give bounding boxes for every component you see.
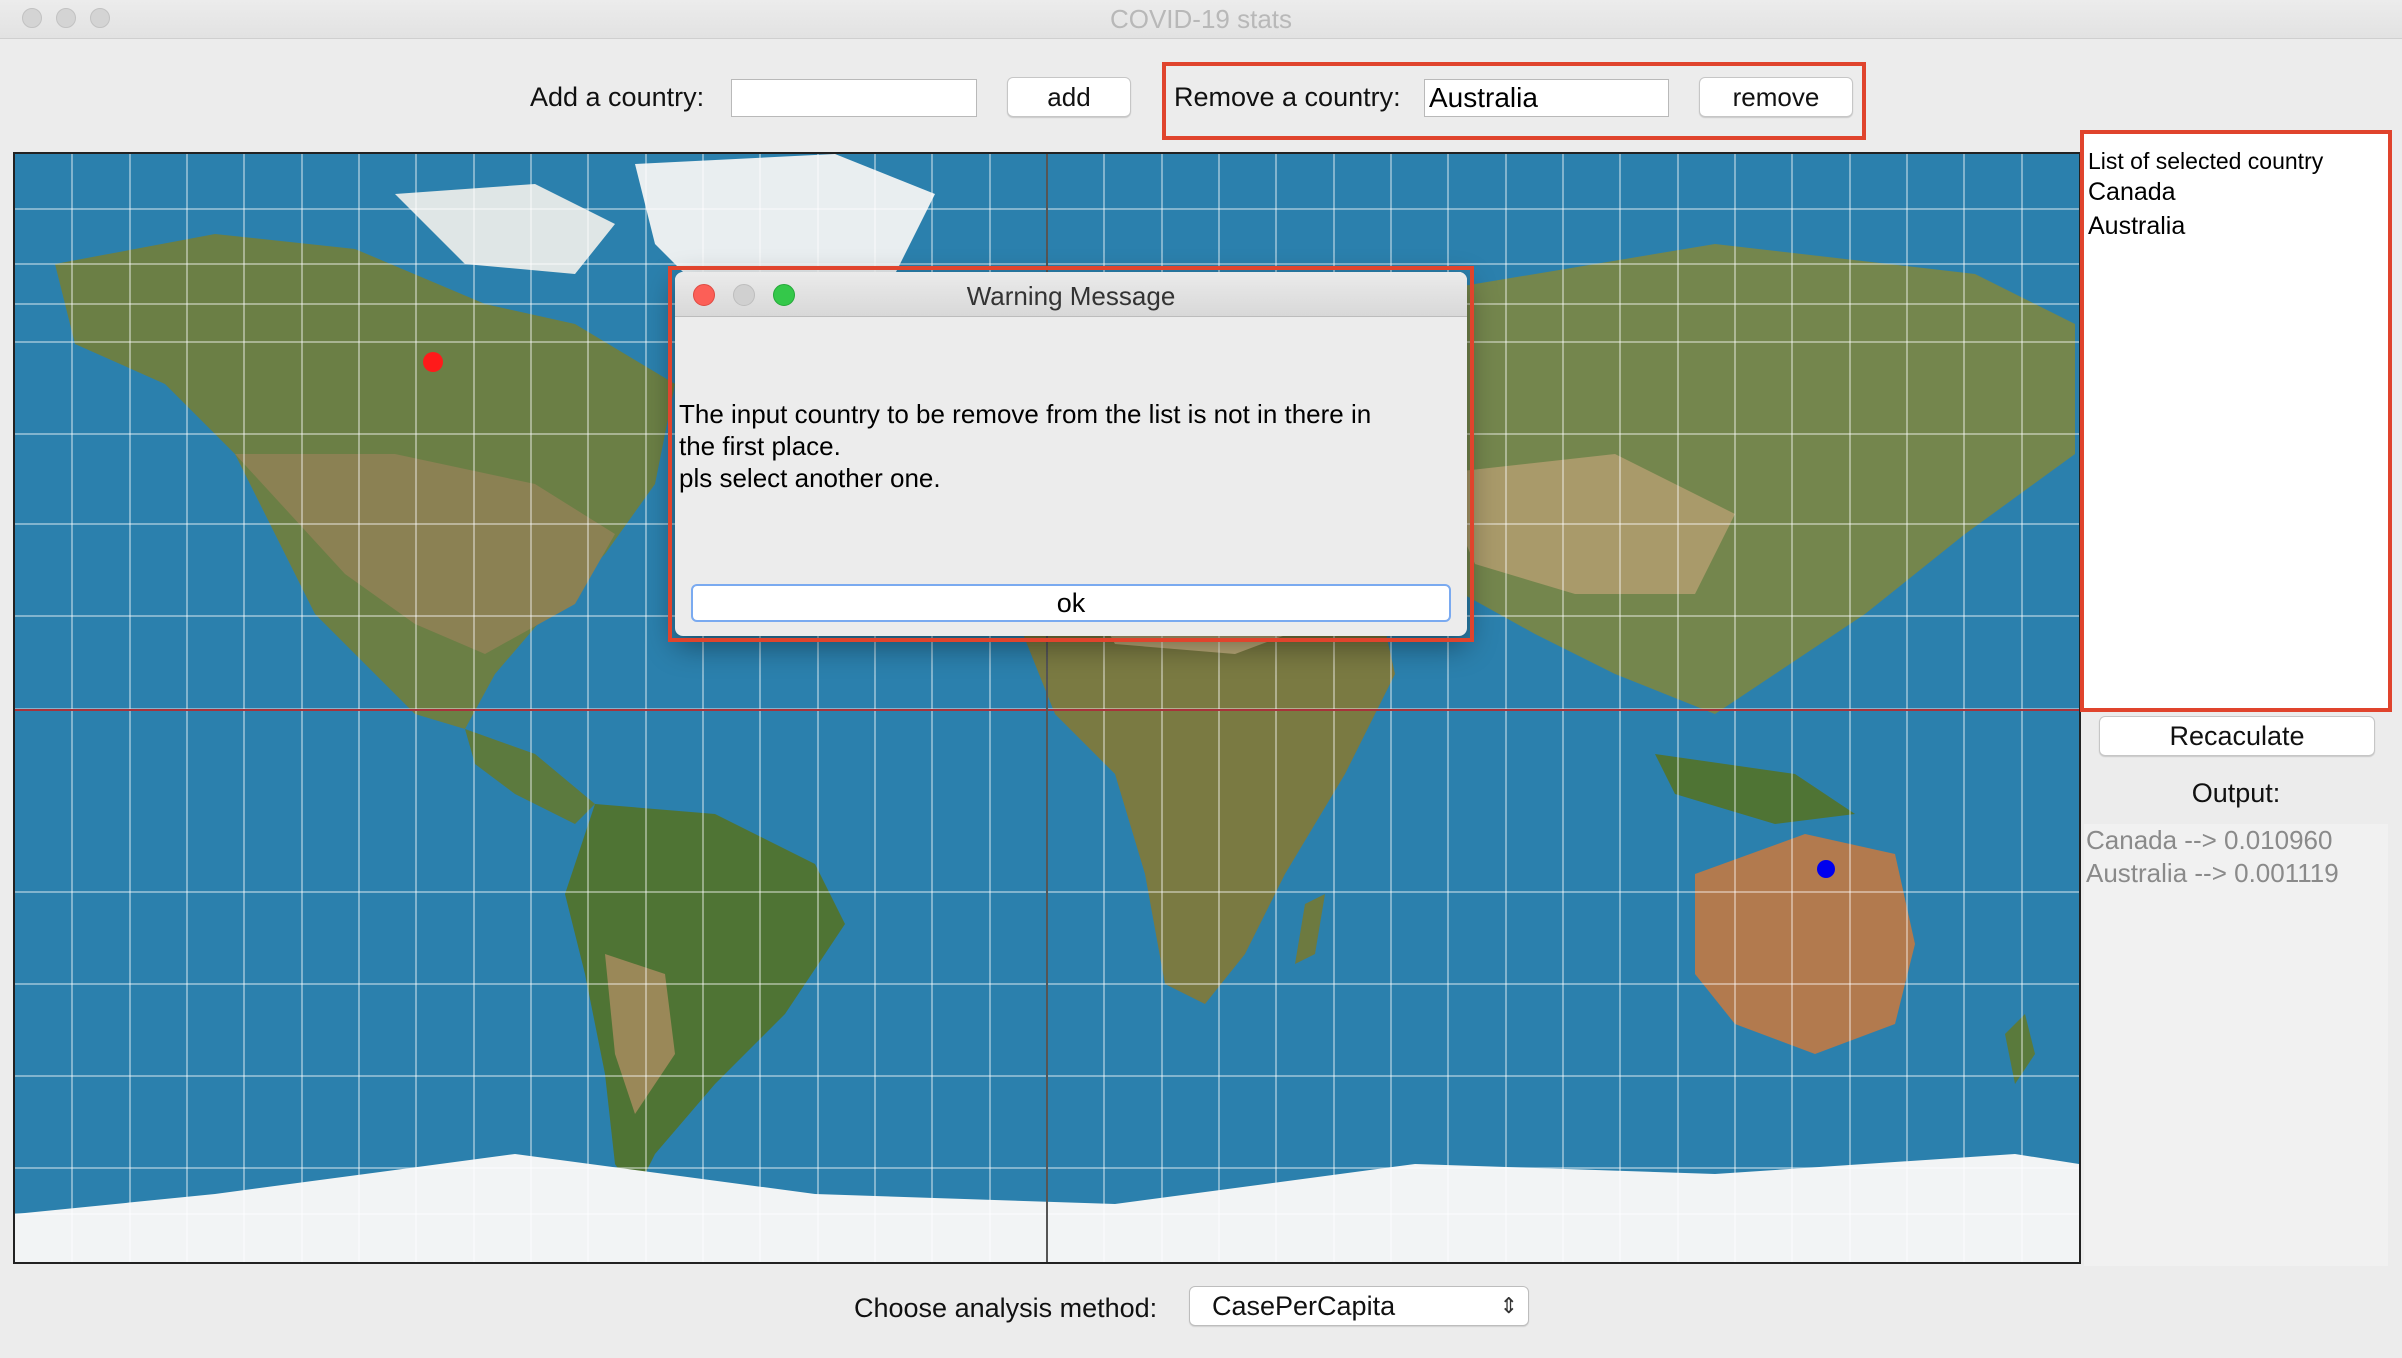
- analysis-method-select[interactable]: CasePerCapita ⇕: [1189, 1286, 1529, 1326]
- recalculate-button[interactable]: Recaculate: [2099, 716, 2375, 756]
- output-label: Output:: [2191, 778, 2281, 808]
- add-button[interactable]: add: [1007, 77, 1131, 117]
- remove-country-label: Remove a country:: [1174, 82, 1401, 112]
- output-line: Canada --> 0.010960: [2086, 825, 2333, 855]
- analysis-method-label: Choose analysis method:: [854, 1293, 1158, 1323]
- output-line: Australia --> 0.001119: [2086, 858, 2339, 888]
- add-country-input[interactable]: [731, 79, 977, 117]
- add-country-label: Add a country:: [530, 82, 705, 112]
- list-highlight: [2080, 130, 2392, 712]
- chevron-updown-icon: ⇕: [1499, 1293, 1518, 1318]
- canada-marker: [423, 352, 443, 372]
- window-titlebar: COVID-19 stats: [0, 0, 2402, 39]
- output-area: Canada --> 0.010960 Australia --> 0.0011…: [2084, 824, 2388, 1266]
- remove-button[interactable]: remove: [1699, 77, 1853, 117]
- analysis-method-value: CasePerCapita: [1212, 1291, 1396, 1321]
- dialog-highlight: [668, 266, 1474, 642]
- australia-marker: [1817, 860, 1835, 878]
- window-title: COVID-19 stats: [1109, 4, 1293, 34]
- remove-country-input[interactable]: [1424, 79, 1669, 117]
